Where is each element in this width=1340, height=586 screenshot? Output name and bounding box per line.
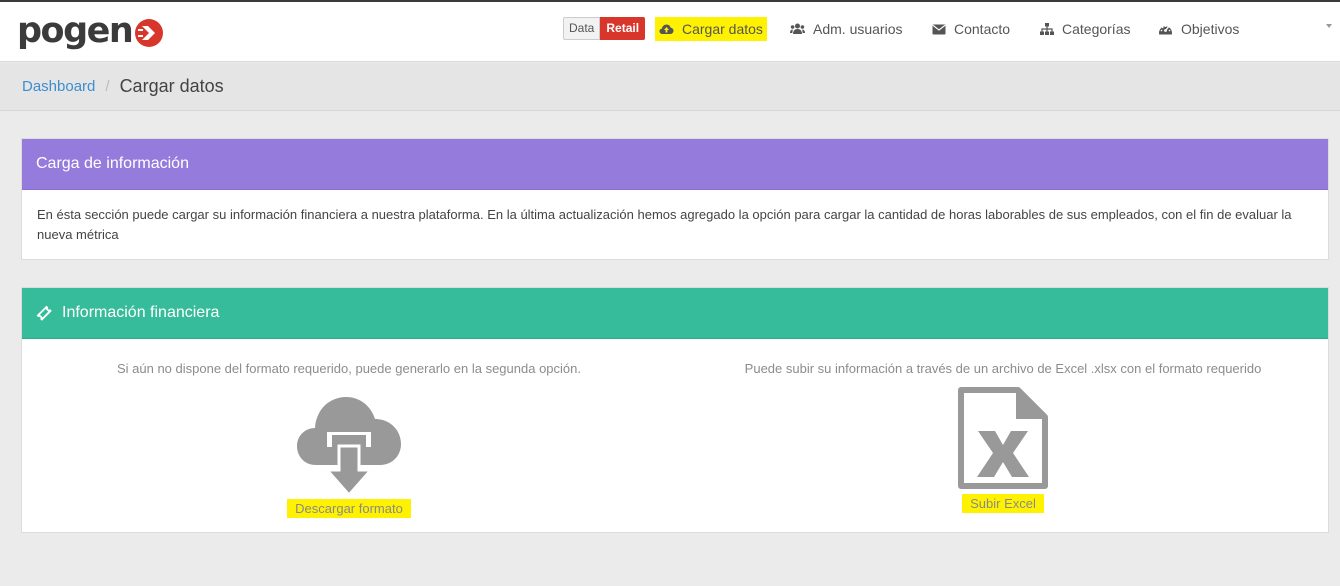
nav-adm-usuarios-label: Adm. usuarios [813,21,903,37]
panel-informacion-financiera-header: Información financiera [22,288,1328,339]
upload-excel-icon-button[interactable] [676,387,1330,489]
download-format-label: Descargar formato [287,499,411,518]
dashboard-gauge-icon [1159,24,1172,34]
panel-carga-informacion-body: En ésta sección puede cargar su informac… [37,207,1292,242]
panel-carga-informacion: Carga de información En ésta sección pue… [21,138,1329,260]
nav-categorias-label: Categorías [1062,21,1131,37]
chevron-down-icon[interactable] [1326,24,1332,28]
page-title: Cargar datos [119,76,224,96]
upload-excel-description: Puede subir su información a través de u… [744,361,1262,376]
logo-text: pogen [17,10,134,51]
panel-carga-informacion-header: Carga de información [22,139,1328,190]
download-format-column: Si aún no dispone del formato requerido,… [22,339,676,533]
pogen-logo[interactable]: pogen [17,8,164,54]
sitemap-icon [1040,23,1054,35]
nav-cargar-datos-label: Cargar datos [682,21,763,37]
nav-adm-usuarios[interactable]: Adm. usuarios [790,17,902,41]
toggle-retail[interactable]: Retail [600,17,646,40]
nav-objetivos-label: Objetivos [1181,21,1240,37]
panel-informacion-financiera-title: Información financiera [62,304,220,321]
toggle-data[interactable]: Data [563,17,601,40]
ticket-icon [36,305,52,321]
upload-excel-column: Puede subir su información a través de u… [676,339,1330,533]
download-format-icon-button[interactable] [22,395,676,497]
upload-excel-label: Subir Excel [962,494,1044,513]
nav-categorias[interactable]: Categorías [1040,17,1130,41]
upload-excel-link[interactable]: Subir Excel [676,494,1330,513]
top-navbar: pogen Data Retail Cargar datos Adm. usua… [0,2,1340,62]
envelope-icon [932,24,946,34]
download-format-description: Si aún no dispone del formato requerido,… [116,361,581,376]
cloud-download-icon [297,397,401,497]
cloud-upload-icon [659,24,674,34]
nav-contacto-label: Contacto [954,21,1011,37]
data-retail-toggle[interactable]: Data Retail [563,17,646,40]
panel-carga-informacion-title: Carga de información [36,155,189,172]
logo-arrow-icon [135,18,164,47]
nav-contacto[interactable]: Contacto [932,17,1010,41]
panel-informacion-financiera: Información financiera Si aún no dispone… [21,287,1329,533]
download-format-link[interactable]: Descargar formato [22,499,676,518]
nav-objetivos[interactable]: Objetivos [1158,17,1239,41]
users-icon [790,23,805,34]
nav-cargar-datos[interactable]: Cargar datos [655,17,767,41]
breadcrumb-dashboard-link[interactable]: Dashboard [22,78,95,95]
breadcrumb: Dashboard / Cargar datos [0,63,1340,111]
breadcrumb-separator: / [105,78,110,95]
excel-file-icon [958,387,1048,489]
